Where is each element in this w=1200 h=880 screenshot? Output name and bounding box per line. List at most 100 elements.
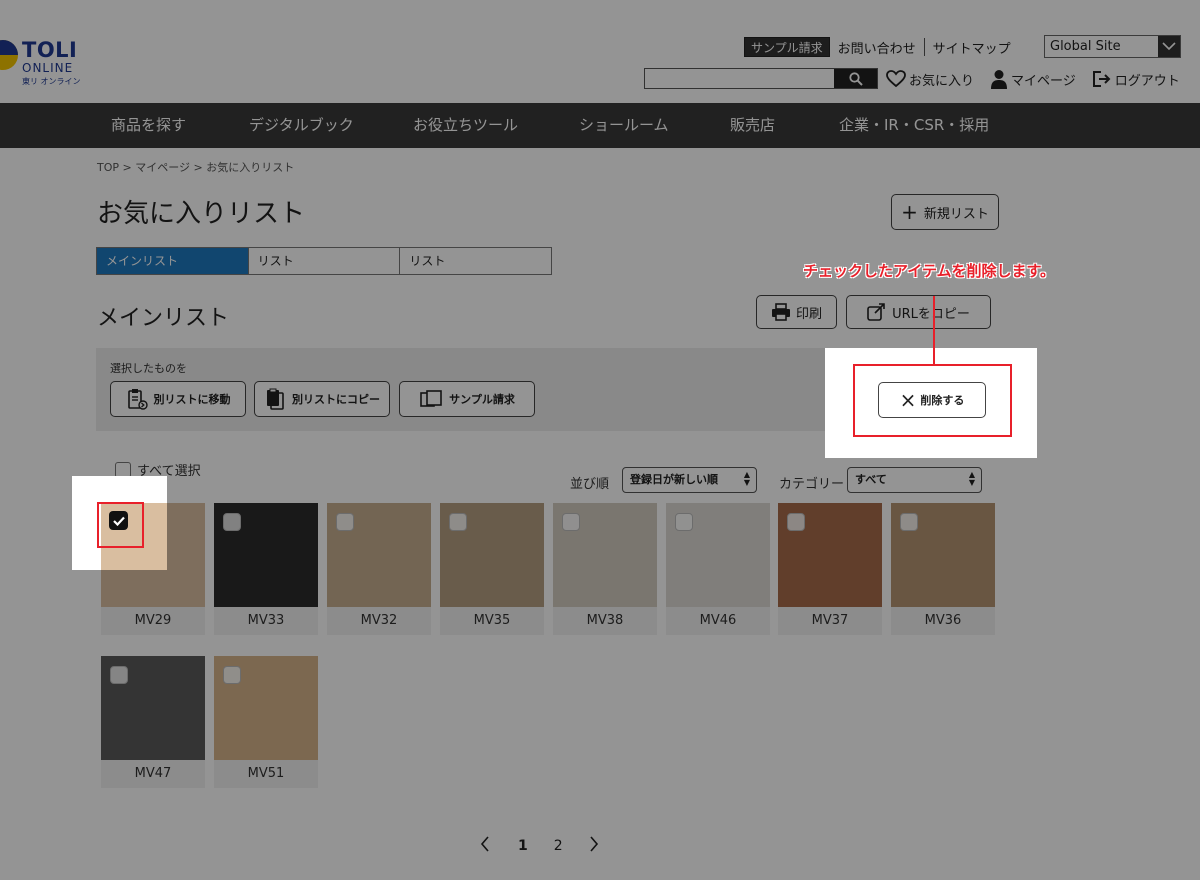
prev-page-icon[interactable] (480, 836, 490, 856)
heart-icon (886, 70, 906, 88)
pagination: 1 2 (480, 836, 599, 856)
bulk-sample-request-button[interactable]: サンプル請求 (399, 381, 535, 417)
product-code: MV51 (247, 766, 285, 781)
print-label: 印刷 (795, 306, 822, 322)
clipboard-copy-icon (267, 388, 284, 410)
product-card[interactable]: MV47 (101, 656, 205, 788)
category-label: カテゴリー (779, 477, 845, 492)
category-select[interactable]: すべて ▲ ▼ (847, 467, 982, 493)
bulk-sample-request-label: サンプル請求 (449, 393, 515, 406)
page-number-2[interactable]: 2 (554, 838, 563, 854)
sitemap-link[interactable]: サイトマップ (925, 38, 1019, 57)
product-card[interactable]: MV32 (327, 503, 431, 635)
toli-logo[interactable]: TOLI ONLINE 東リ オンライン (0, 36, 90, 88)
category-value: すべて (855, 473, 887, 486)
logout-link[interactable]: ログアウト (1092, 70, 1180, 89)
product-card[interactable]: MV36 (891, 503, 995, 635)
nav-item-dealers[interactable]: 販売店 (730, 103, 775, 148)
copy-url-button[interactable]: URLをコピー (846, 295, 991, 329)
logo-title: TOLI (22, 38, 78, 62)
item-checkbox[interactable] (449, 513, 467, 531)
copy-link-icon (867, 303, 885, 321)
item-checkbox[interactable] (787, 513, 805, 531)
item-checkbox[interactable] (223, 513, 241, 531)
item-checkbox-checked[interactable] (109, 511, 128, 530)
close-icon: × (899, 388, 917, 412)
product-code: MV29 (134, 613, 172, 628)
search-input[interactable] (645, 69, 835, 88)
product-code: MV33 (247, 613, 285, 628)
checkmark-icon (112, 516, 125, 526)
nav-item-tools[interactable]: お役立ちツール (413, 103, 518, 148)
delete-label: 削除する (920, 394, 965, 407)
tab-main-list[interactable]: メインリスト (97, 248, 249, 274)
toli-logo-mark (0, 40, 18, 70)
product-code: MV46 (699, 613, 737, 628)
favorites-link[interactable]: お気に入り (886, 70, 974, 89)
product-card[interactable]: MV37 (778, 503, 882, 635)
item-checkbox[interactable] (675, 513, 693, 531)
user-links: お気に入り マイページ ログアウト (886, 68, 1196, 90)
product-code: MV37 (811, 613, 849, 628)
tab-list-3[interactable]: リスト (400, 248, 552, 274)
nav-item-corporate[interactable]: 企業・IR・CSR・採用 (839, 103, 989, 148)
product-card[interactable]: MV35 (440, 503, 544, 635)
favorites-label: お気に入り (909, 73, 975, 89)
item-checkbox[interactable] (223, 666, 241, 684)
product-code: MV38 (586, 613, 624, 628)
item-checkbox[interactable] (900, 513, 918, 531)
mypage-link[interactable]: マイページ (990, 69, 1076, 89)
tab-list-2[interactable]: リスト (248, 248, 401, 274)
breadcrumb[interactable]: TOP > マイページ > お気に入りリスト (97, 159, 294, 175)
contact-link[interactable]: お問い合わせ (830, 38, 924, 57)
bulk-action-label: 選択したものを (110, 362, 187, 375)
product-code: MV47 (134, 766, 172, 781)
search-button[interactable] (834, 69, 877, 88)
product-code: MV35 (473, 613, 511, 628)
logo-subtitle: ONLINE (22, 61, 74, 75)
delete-button[interactable]: × 削除する (878, 382, 986, 418)
nav-item-products[interactable]: 商品を探す (111, 103, 186, 148)
copy-to-list-button[interactable]: 別リストにコピー (254, 381, 390, 417)
global-site-select[interactable]: Global Site (1044, 35, 1181, 58)
print-button[interactable]: 印刷 (756, 295, 837, 329)
next-page-icon[interactable] (589, 836, 599, 856)
product-card[interactable]: MV46 (666, 503, 770, 635)
nav-item-digital-book[interactable]: デジタルブック (249, 103, 354, 148)
search-box (644, 68, 878, 89)
new-list-label: 新規リスト (923, 206, 989, 222)
sort-value: 登録日が新しい順 (630, 473, 718, 486)
product-card[interactable]: MV51 (214, 656, 318, 788)
header-top-links: サンプル請求 お問い合わせ サイトマップ (744, 37, 1019, 57)
clipboard-move-icon (127, 389, 148, 410)
item-checkbox[interactable] (336, 513, 354, 531)
nav-item-showroom[interactable]: ショールーム (579, 103, 669, 148)
samples-icon (420, 390, 442, 407)
mypage-label: マイページ (1011, 73, 1076, 89)
select-arrows-icon: ▲ ▼ (743, 470, 750, 487)
item-checkbox[interactable] (110, 666, 128, 684)
new-list-button[interactable]: + 新規リスト (891, 194, 999, 230)
copy-to-list-label: 別リストにコピー (292, 393, 380, 406)
search-icon (848, 71, 863, 86)
move-to-list-button[interactable]: 別リストに移動 (110, 381, 246, 417)
sample-request-link[interactable]: サンプル請求 (744, 37, 830, 57)
annotation-text: チェックしたアイテムを削除します。 (803, 262, 1056, 280)
chevron-down-icon (1158, 36, 1180, 57)
move-to-list-label: 別リストに移動 (153, 393, 231, 406)
product-card[interactable]: MV38 (553, 503, 657, 635)
logo-japanese: 東リ オンライン (22, 77, 81, 86)
page-number-1[interactable]: 1 (518, 838, 528, 854)
list-tabs: メインリスト リスト リスト (96, 247, 552, 275)
plus-icon: + (901, 200, 918, 224)
product-code: MV36 (924, 613, 962, 628)
user-icon (991, 70, 1008, 89)
item-checkbox[interactable] (562, 513, 580, 531)
printer-icon (771, 303, 790, 321)
callout-line (933, 296, 935, 365)
product-card[interactable]: MV33 (214, 503, 318, 635)
logout-label: ログアウト (1114, 73, 1180, 89)
main-nav: 商品を探す デジタルブック お役立ちツール ショールーム 販売店 企業・IR・C… (0, 103, 1200, 148)
product-code: MV32 (360, 613, 398, 628)
sort-select[interactable]: 登録日が新しい順 ▲ ▼ (622, 467, 757, 493)
